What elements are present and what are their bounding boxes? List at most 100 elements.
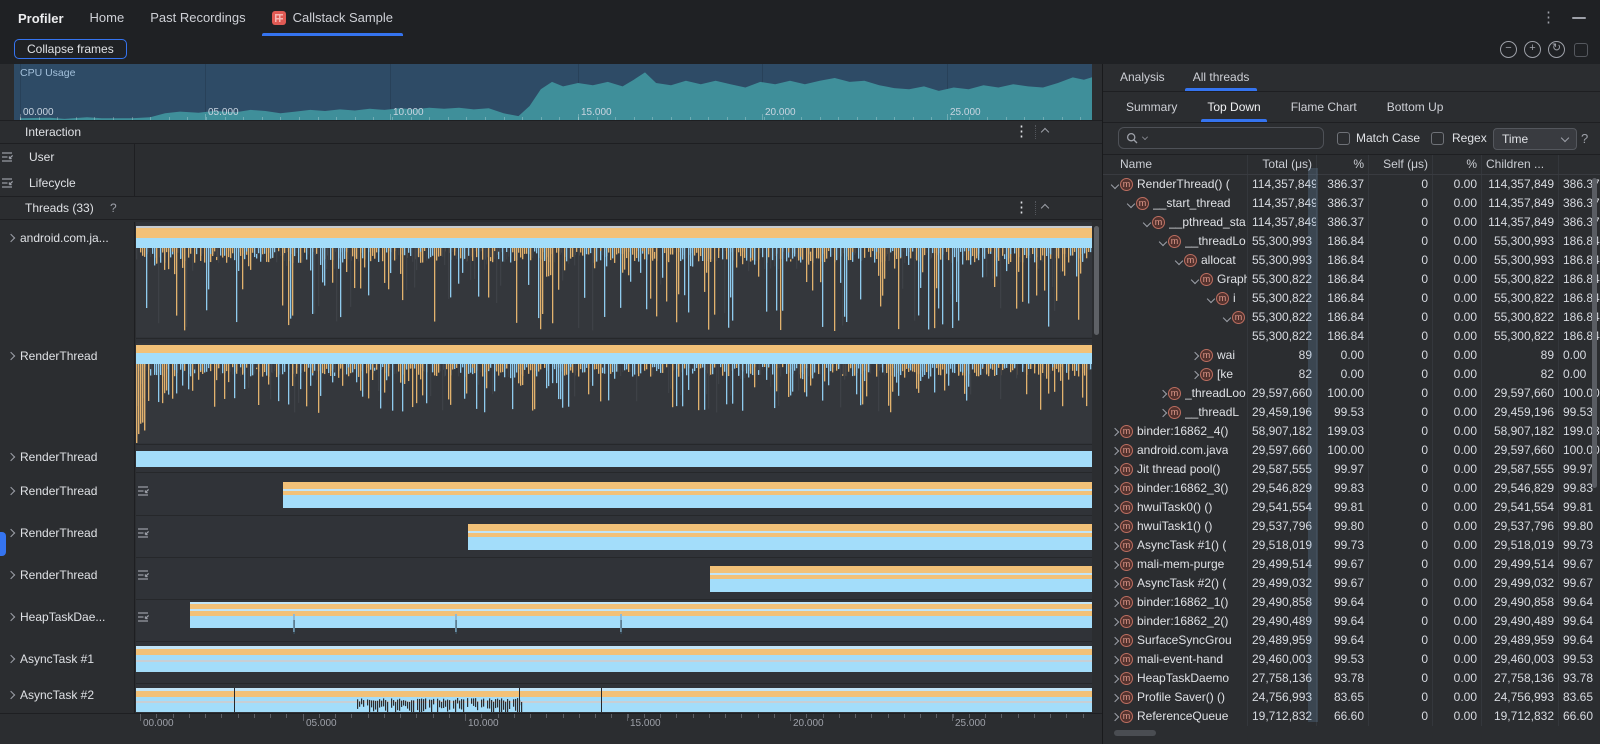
tree-toggle-icon[interactable]	[1109, 448, 1120, 454]
filter-help-icon[interactable]: ?	[1581, 131, 1588, 146]
table-row[interactable]: mwai890.0000.00890.00	[1103, 346, 1600, 365]
thread-track-chart[interactable]	[136, 640, 1092, 682]
zoom-out-icon[interactable]: −	[1500, 41, 1517, 58]
table-row[interactable]: mGraph55,300,822186.8400.0055,300,822186…	[1103, 270, 1600, 289]
zoom-to-selection-icon[interactable]	[1574, 43, 1588, 57]
column-header-extra[interactable]	[1559, 155, 1600, 174]
table-row[interactable]: mSurfaceSyncGrou29,489,95999.6400.0029,4…	[1103, 631, 1600, 650]
table-row[interactable]: mmali-mem-purge29,499,51499.6700.0029,49…	[1103, 555, 1600, 574]
tree-toggle-icon[interactable]	[1109, 638, 1120, 644]
table-row[interactable]: mReferenceQueue19,712,83266.6000.0019,71…	[1103, 707, 1600, 726]
thread-label[interactable]: HeapTaskDae...	[0, 610, 135, 624]
table-row[interactable]: m_threadLoo29,597,660100.0000.0029,597,6…	[1103, 384, 1600, 403]
kebab-menu-icon[interactable]: ⋮	[1541, 11, 1556, 25]
table-row[interactable]: mhwuiTask1() ()29,537,79699.8000.0029,53…	[1103, 517, 1600, 536]
tree-toggle-icon[interactable]	[1109, 486, 1120, 492]
tree-toggle-icon[interactable]	[1157, 239, 1168, 245]
thread-label[interactable]: RenderThread	[0, 349, 135, 363]
table-row[interactable]: mandroid.com.java29,597,660100.0000.0029…	[1103, 441, 1600, 460]
column-header--[interactable]: %	[1433, 155, 1482, 174]
tab-analysis[interactable]: Analysis	[1118, 64, 1167, 91]
interaction-collapse-icon[interactable]	[1041, 128, 1049, 136]
tab-all-threads[interactable]: All threads	[1191, 64, 1252, 91]
table-row[interactable]: mhwuiTask0() ()29,541,55499.8100.0029,54…	[1103, 498, 1600, 517]
thread-track-chart[interactable]	[136, 514, 1092, 556]
table-row[interactable]: mi55,300,822186.8400.0055,300,822186.84	[1103, 289, 1600, 308]
threads-help-icon[interactable]: ?	[110, 201, 117, 215]
thread-track-row[interactable]: RenderThread	[0, 556, 1102, 598]
match-case-label[interactable]: Match Case	[1356, 131, 1420, 145]
thread-expand-icon[interactable]	[7, 487, 15, 495]
tree-toggle-icon[interactable]	[1109, 505, 1120, 511]
thread-tracks[interactable]: android.com.ja...RenderThreadRenderThrea…	[0, 222, 1102, 713]
thread-track-chart[interactable]	[136, 598, 1092, 640]
interaction-kebab-icon[interactable]: ⋮	[1014, 125, 1029, 139]
interaction-row-lifecycle[interactable]: Lifecycle	[0, 170, 135, 196]
tree-toggle-icon[interactable]	[1173, 258, 1184, 264]
table-row[interactable]: mmali-event-hand29,460,00399.5300.0029,4…	[1103, 650, 1600, 669]
thread-expand-icon[interactable]	[7, 571, 15, 579]
top-tab-home[interactable]: Home	[88, 0, 127, 36]
tree-toggle-icon[interactable]	[1141, 220, 1152, 226]
thread-track-chart[interactable]	[136, 225, 1092, 337]
table-row[interactable]: m__threadL29,459,19699.5300.0029,459,196…	[1103, 403, 1600, 422]
thread-expand-icon[interactable]	[7, 529, 15, 537]
tree-toggle-icon[interactable]	[1109, 695, 1120, 701]
tree-toggle-icon[interactable]	[1109, 524, 1120, 530]
thread-track-row[interactable]: RenderThread	[0, 447, 1102, 471]
tracks-scrollbar[interactable]	[1094, 226, 1099, 335]
table-row[interactable]: m__pthread_sta114,357,849386.3700.00114,…	[1103, 213, 1600, 232]
tree-toggle-icon[interactable]	[1189, 372, 1200, 378]
table-row[interactable]: mbinder:16862_3()29,546,82999.8300.0029,…	[1103, 479, 1600, 498]
cpu-usage-chart[interactable]: CPU Usage 00.00005.00010.00015.00020.000…	[14, 64, 1092, 120]
subtab-top-down[interactable]: Top Down	[1205, 92, 1262, 122]
table-row[interactable]: 55,300,822186.8400.0055,300,822186.84	[1103, 327, 1600, 346]
table-row[interactable]: mHeapTaskDaemo27,758,13693.7800.0027,758…	[1103, 669, 1600, 688]
table-row[interactable]: m__start_thread114,357,849386.3700.00114…	[1103, 194, 1600, 213]
tree-toggle-icon[interactable]	[1157, 391, 1168, 397]
top-tab-past-recordings[interactable]: Past Recordings	[148, 0, 247, 36]
tree-toggle-icon[interactable]	[1109, 657, 1120, 663]
table-vertical-scrollbar[interactable]	[1592, 178, 1597, 488]
search-history-caret-icon[interactable]	[1142, 134, 1148, 140]
thread-expand-icon[interactable]	[7, 234, 15, 242]
thread-track-row[interactable]: RenderThread	[0, 343, 1102, 443]
collapse-frames-button[interactable]: Collapse frames	[14, 39, 127, 59]
column-header-children-[interactable]: Children ...	[1482, 155, 1559, 174]
tree-toggle-icon[interactable]	[1189, 277, 1200, 283]
regex-label[interactable]: Regex	[1452, 131, 1487, 145]
thread-label[interactable]: AsyncTask #1	[0, 652, 135, 666]
thread-label[interactable]: RenderThread	[0, 484, 135, 498]
tree-toggle-icon[interactable]	[1109, 467, 1120, 473]
thread-label[interactable]: RenderThread	[0, 450, 135, 464]
thread-track-row[interactable]: AsyncTask #2	[0, 682, 1102, 712]
tree-toggle-icon[interactable]	[1109, 182, 1120, 188]
thread-expand-icon[interactable]	[7, 352, 15, 360]
thread-expand-icon[interactable]	[7, 613, 15, 621]
tree-toggle-icon[interactable]	[1205, 296, 1216, 302]
thread-track-chart[interactable]	[136, 343, 1092, 443]
tree-toggle-icon[interactable]	[1221, 315, 1232, 321]
thread-track-chart[interactable]	[136, 556, 1092, 598]
top-tab-callstack-sample[interactable]: Callstack Sample	[270, 0, 395, 36]
tree-toggle-icon[interactable]	[1157, 410, 1168, 416]
table-horizontal-scrollbar[interactable]	[1114, 730, 1156, 736]
reset-zoom-icon[interactable]: ↻	[1548, 41, 1565, 58]
search-input[interactable]	[1150, 130, 1304, 146]
thread-track-row[interactable]: AsyncTask #1	[0, 640, 1102, 682]
table-row[interactable]: m[ke820.0000.00820.00	[1103, 365, 1600, 384]
subtab-bottom-up[interactable]: Bottom Up	[1385, 92, 1446, 122]
thread-expand-icon[interactable]	[7, 453, 15, 461]
table-row[interactable]: mbinder:16862_4()58,907,182199.0300.0058…	[1103, 422, 1600, 441]
thread-label[interactable]: RenderThread	[0, 526, 135, 540]
tree-toggle-icon[interactable]	[1109, 619, 1120, 625]
tree-toggle-icon[interactable]	[1109, 562, 1120, 568]
table-row[interactable]: mJit thread pool()29,587,55599.9700.0029…	[1103, 460, 1600, 479]
search-box[interactable]	[1118, 127, 1324, 149]
tree-toggle-icon[interactable]	[1109, 543, 1120, 549]
thread-track-chart[interactable]	[136, 447, 1092, 471]
table-row[interactable]: mRenderThread() (114,357,849386.3700.001…	[1103, 175, 1600, 194]
table-row[interactable]: m__threadLo55,300,993186.8400.0055,300,9…	[1103, 232, 1600, 251]
tree-toggle-icon[interactable]	[1125, 201, 1136, 207]
regex-checkbox[interactable]	[1431, 132, 1444, 145]
